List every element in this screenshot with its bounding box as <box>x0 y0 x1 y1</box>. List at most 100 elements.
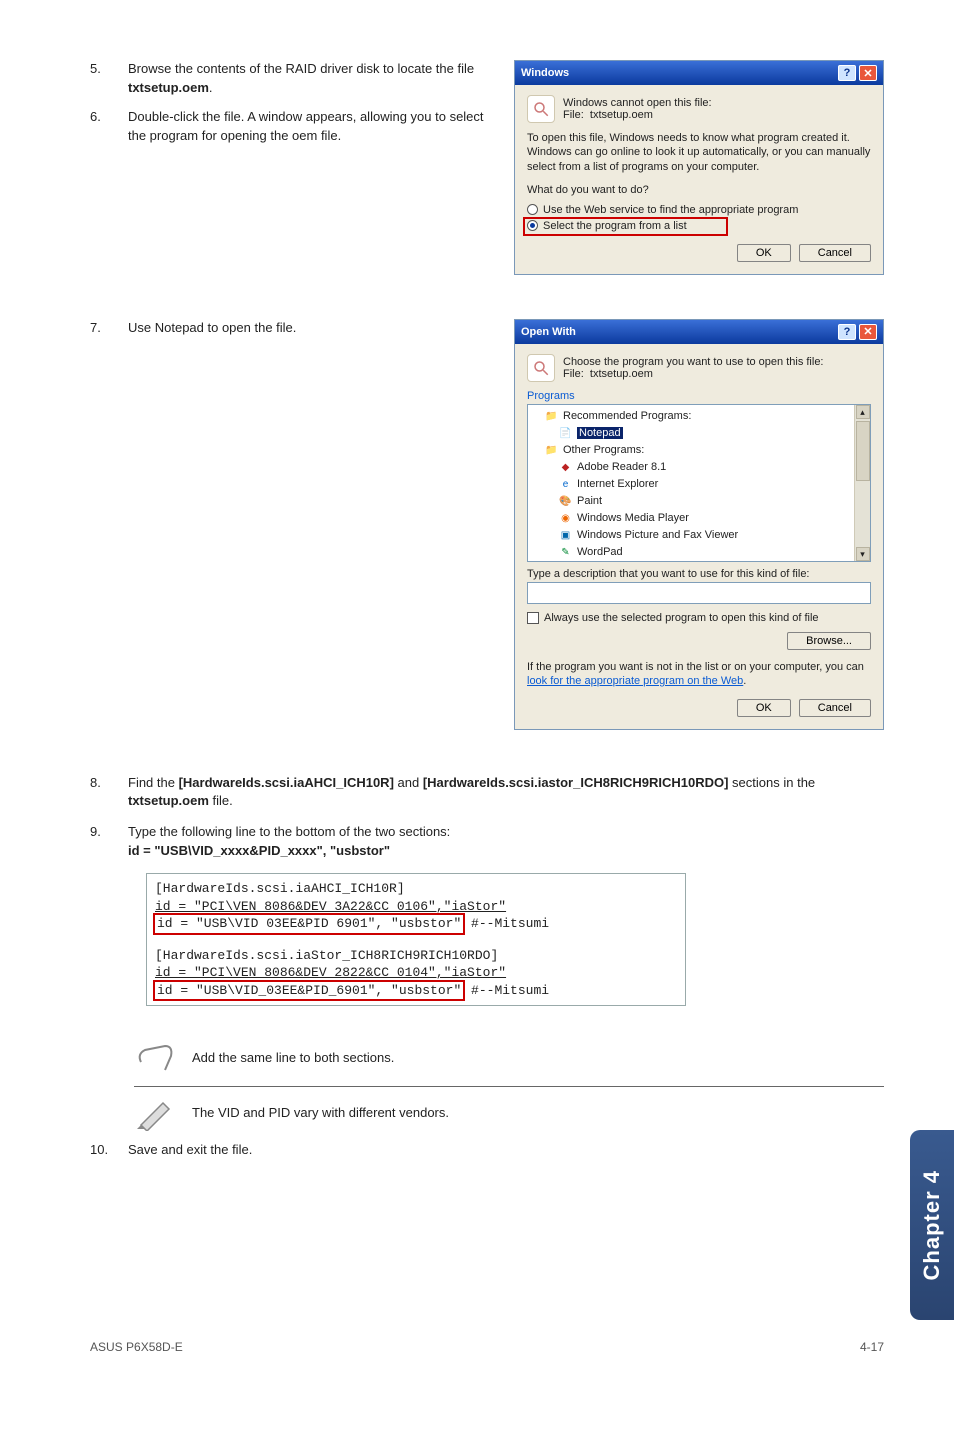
block-7: 7. Use Notepad to open the file. Open Wi… <box>90 319 884 748</box>
step-num: 6. <box>90 108 128 146</box>
dialog-title: Open With <box>521 326 576 338</box>
app-label: Notepad <box>577 427 623 439</box>
note-text: Add the same line to both sections. <box>192 1040 394 1065</box>
t: . <box>209 80 213 95</box>
step-num: 10. <box>90 1141 128 1160</box>
wmp-icon: ◉ <box>558 511 573 526</box>
t: . <box>743 675 746 687</box>
checkbox-label: Always use the selected program to open … <box>544 612 819 624</box>
b: [HardwareIds.scsi.iastor_ICH8RICH9RICH10… <box>423 775 729 790</box>
step-num: 9. <box>90 823 128 861</box>
program-item[interactable]: ▣Windows Picture and Fax Viewer <box>530 527 868 544</box>
browse-button[interactable]: Browse... <box>787 632 871 650</box>
note-text: The VID and PID vary with different vend… <box>192 1095 449 1120</box>
help-button[interactable]: ? <box>838 65 856 81</box>
scroll-down[interactable]: ▾ <box>856 547 870 561</box>
chapter-tab-label: Chapter 4 <box>919 1170 945 1280</box>
web-lookup-text: If the program you want is not in the li… <box>527 660 871 689</box>
windows-dialog: Windows ? ✕ Windows cannot open this fil… <box>514 60 884 275</box>
step-9: 9. Type the following line to the bottom… <box>90 823 884 861</box>
description-label: Type a description that you want to use … <box>527 568 871 580</box>
code-block: [HardwareIds.scsi.iaAHCI_ICH10R] id = "P… <box>146 873 686 1006</box>
program-item[interactable]: ◉Windows Media Player <box>530 510 868 527</box>
ok-button[interactable]: OK <box>737 699 791 717</box>
t: Type the following line to the bottom of… <box>128 824 450 839</box>
t: If the program you want is not in the li… <box>527 661 864 673</box>
ok-button[interactable]: OK <box>737 244 791 262</box>
scrollbar[interactable]: ▴ ▾ <box>854 405 870 561</box>
dialog-titlebar: Windows ? ✕ <box>515 61 883 85</box>
note-2: The VID and PID vary with different vend… <box>134 1086 884 1141</box>
b: txtsetup.oem <box>128 80 209 95</box>
scroll-thumb[interactable] <box>856 421 870 481</box>
other-folder: 📁Other Programs: <box>530 442 868 459</box>
radio-label: Use the Web service to find the appropri… <box>543 204 798 216</box>
radio-web[interactable]: Use the Web service to find the appropri… <box>527 202 871 218</box>
step-10: 10. Save and exit the file. <box>90 1141 884 1160</box>
block-5-6: 5. Browse the contents of the RAID drive… <box>90 60 884 293</box>
button-row: OK Cancel <box>527 244 871 262</box>
paint-icon: 🎨 <box>558 494 573 509</box>
step-num: 7. <box>90 319 128 338</box>
program-item[interactable]: ◆ Adobe Reader 8.1 <box>530 459 868 476</box>
checkbox[interactable] <box>527 612 539 624</box>
step-text: Browse the contents of the RAID driver d… <box>128 60 496 98</box>
step-num: 8. <box>90 774 128 812</box>
always-checkbox-row[interactable]: Always use the selected program to open … <box>527 612 871 624</box>
description-input[interactable] <box>527 582 871 604</box>
radio-label: Select the program from a list <box>543 220 687 232</box>
b: txtsetup.oem <box>128 793 209 808</box>
code-line: id = "USB\VID_03EE&PID_6901", "usbstor" … <box>155 982 677 1000</box>
step-text: Use Notepad to open the file. <box>128 319 496 338</box>
step-text: Type the following line to the bottom of… <box>128 823 884 861</box>
radio-list[interactable]: Select the program from a list <box>527 218 871 234</box>
help-text: To open this file, Windows needs to know… <box>527 131 871 174</box>
ie-icon: e <box>558 477 573 492</box>
close-button[interactable]: ✕ <box>859 324 877 340</box>
scroll-up[interactable]: ▴ <box>856 405 870 419</box>
dialog-body: Choose the program you want to use to op… <box>515 344 883 729</box>
b: id = "USB\VID_xxxx&PID_xxxx", "usbstor" <box>128 843 390 858</box>
cancel-button[interactable]: Cancel <box>799 699 871 717</box>
t: Browse the contents of the RAID driver d… <box>128 61 474 76</box>
program-item[interactable]: 🎨Paint <box>530 493 868 510</box>
web-lookup-link[interactable]: look for the appropriate program on the … <box>527 675 743 687</box>
t: #--Mitsumi <box>463 916 549 931</box>
title-buttons: ? ✕ <box>838 65 877 81</box>
title-buttons: ? ✕ <box>838 324 877 340</box>
close-button[interactable]: ✕ <box>859 65 877 81</box>
file-label: File: <box>563 109 584 121</box>
t: #--Mitsumi <box>463 983 549 998</box>
help-button[interactable]: ? <box>838 324 856 340</box>
program-notepad[interactable]: 📄 Notepad <box>530 425 868 442</box>
programs-label: Programs <box>527 390 871 402</box>
folder-icon: 📁 <box>544 443 559 458</box>
code-line: [HardwareIds.scsi.iaStor_ICH8RICH9RICH10… <box>155 947 677 965</box>
t: id = "USB\VID_03EE&PID_6901", "usbstor" <box>157 983 461 998</box>
app-icon: ◆ <box>558 460 573 475</box>
search-icon <box>527 95 555 123</box>
app-icon: 📄 <box>558 426 573 441</box>
search-icon <box>527 354 555 382</box>
program-list[interactable]: 📁 Recommended Programs: 📄 Notepad 📁Other P… <box>527 404 871 562</box>
program-item[interactable]: ✎WordPad <box>530 544 868 561</box>
step-num: 5. <box>90 60 128 98</box>
cancel-button[interactable]: Cancel <box>799 244 871 262</box>
file-row: Choose the program you want to use to op… <box>527 354 871 382</box>
button-row: OK Cancel <box>527 699 871 717</box>
page: 5. Browse the contents of the RAID drive… <box>0 0 954 1380</box>
dialog-titlebar: Open With ? ✕ <box>515 320 883 344</box>
dialog-title: Windows <box>521 67 569 79</box>
step-text: Double-click the file. A window appears,… <box>128 108 496 146</box>
chapter-tab: Chapter 4 <box>910 1130 954 1320</box>
footer-left: ASUS P6X58D-E <box>90 1340 183 1354</box>
code-line: id = "USB\VID 03EE&PID 6901", "usbstor" … <box>155 915 677 933</box>
step-text: Find the [HardwareIds.scsi.iaAHCI_ICH10R… <box>128 774 884 812</box>
folder-label: Recommended Programs: <box>563 410 691 422</box>
file-name: txtsetup.oem <box>590 109 653 121</box>
pen-icon <box>134 1095 176 1133</box>
program-item[interactable]: eInternet Explorer <box>530 476 868 493</box>
radio-group: Use the Web service to find the appropri… <box>527 202 871 234</box>
app-label: WordPad <box>577 546 623 558</box>
app-label: Adobe Reader 8.1 <box>577 461 666 473</box>
